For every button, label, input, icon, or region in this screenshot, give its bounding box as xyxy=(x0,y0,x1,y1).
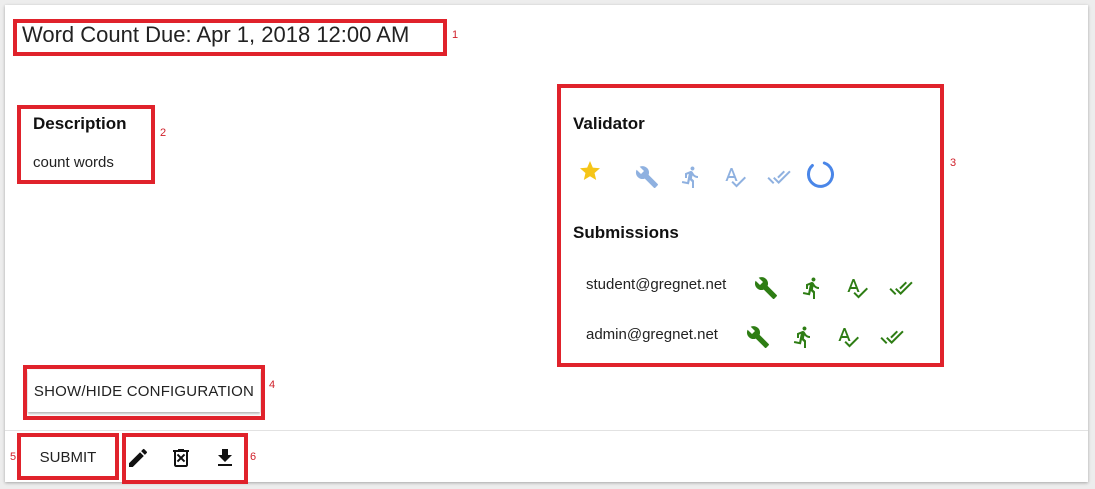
annotation-label: 1 xyxy=(452,29,459,41)
annotation-box xyxy=(13,19,447,56)
annotation-box xyxy=(557,84,944,367)
annotation-label: 5 xyxy=(10,451,17,463)
footer-divider xyxy=(5,430,1088,431)
annotation-label: 2 xyxy=(160,127,167,139)
annotation-label: 4 xyxy=(269,379,276,391)
annotation-box xyxy=(17,433,119,480)
annotation-label: 3 xyxy=(950,157,957,169)
annotation-box xyxy=(23,365,265,420)
annotation-box xyxy=(17,105,155,184)
annotation-box xyxy=(122,433,248,484)
annotation-label: 6 xyxy=(250,451,257,463)
